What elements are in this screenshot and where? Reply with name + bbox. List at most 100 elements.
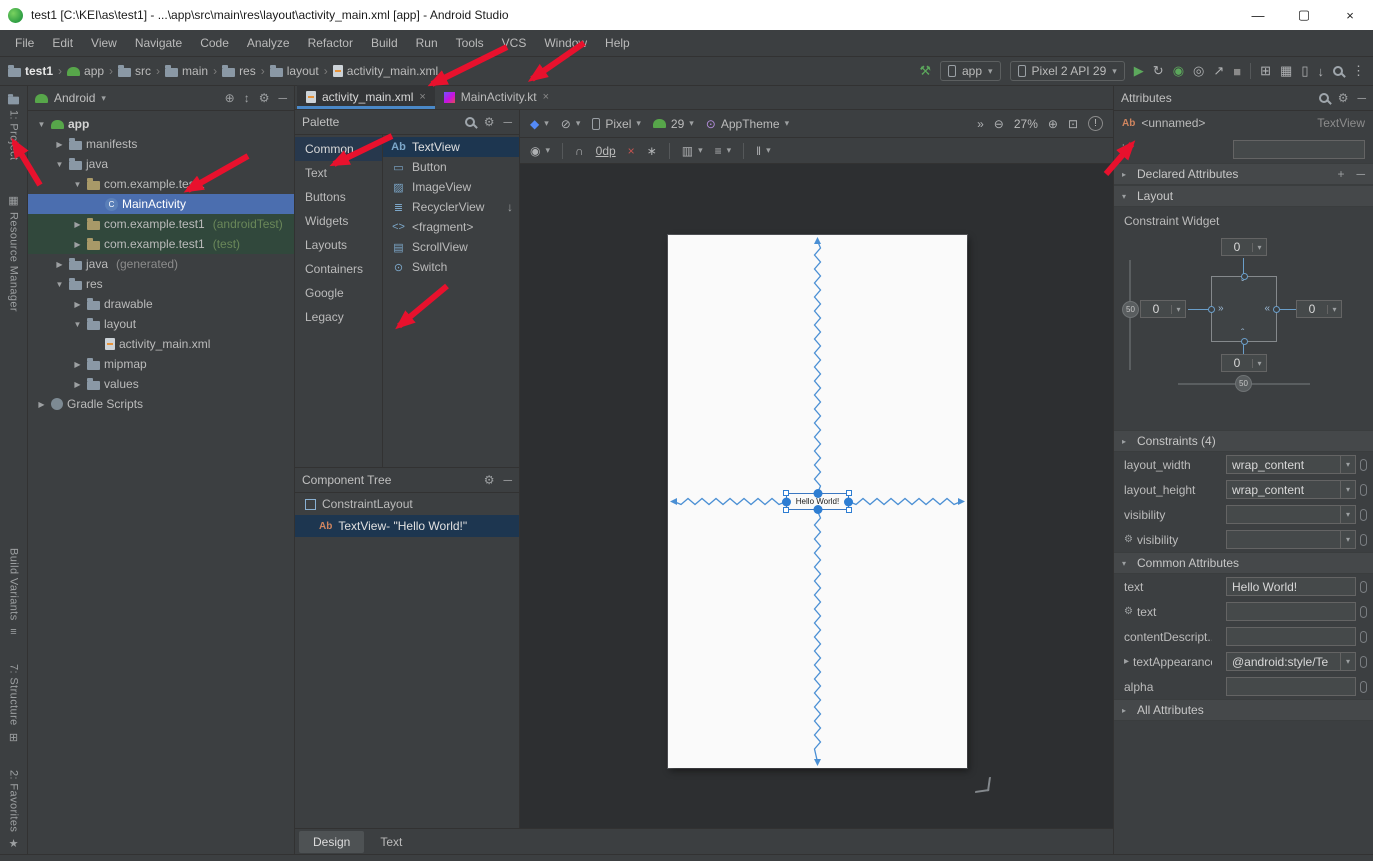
- margin-right-select[interactable]: 0▾: [1296, 300, 1342, 318]
- expander-icon[interactable]: ▶: [72, 380, 83, 389]
- resize-handle[interactable]: [783, 490, 789, 496]
- expander-icon[interactable]: ▶: [54, 140, 65, 149]
- section-all-attributes[interactable]: ▸ All Attributes: [1114, 699, 1373, 721]
- resource-ring-icon[interactable]: [1360, 534, 1367, 546]
- tree-item-activity-main-xml[interactable]: activity_main.xml: [28, 334, 294, 354]
- default-margin-select[interactable]: 0dp: [596, 144, 616, 158]
- tree-item-mainactivity[interactable]: C MainActivity: [28, 194, 294, 214]
- zoom-fit-icon[interactable]: ⊡: [1068, 117, 1078, 131]
- constraint-anchor-left[interactable]: [782, 497, 791, 506]
- tool-window-project[interactable]: 1: Project: [7, 94, 20, 160]
- vertical-bias-handle[interactable]: 50: [1122, 301, 1139, 318]
- expander-icon[interactable]: ▼: [54, 280, 65, 289]
- tree-item-package-androidtest[interactable]: ▶ com.example.test1 (androidTest): [28, 214, 294, 234]
- anchor-bottom[interactable]: [1241, 338, 1248, 345]
- pack-select[interactable]: ▥▾: [682, 144, 703, 158]
- tree-item-java[interactable]: ▼ java: [28, 154, 294, 174]
- design-canvas[interactable]: Hello World!: [520, 164, 1113, 828]
- expander-icon[interactable]: ▶: [72, 240, 83, 249]
- close-tab-icon[interactable]: ×: [419, 91, 425, 103]
- section-layout[interactable]: ▾ Layout: [1114, 185, 1373, 207]
- hide-panel-icon[interactable]: ─: [503, 473, 512, 487]
- resize-handle[interactable]: [783, 507, 789, 513]
- apply-changes-icon[interactable]: ↻: [1153, 63, 1164, 79]
- search-everywhere-icon[interactable]: [1333, 66, 1343, 76]
- tree-item-mipmap[interactable]: ▶ mipmap: [28, 354, 294, 374]
- debug-icon[interactable]: ◉: [1173, 63, 1184, 79]
- margin-top-select[interactable]: 0▾: [1221, 238, 1267, 256]
- palette-category-containers[interactable]: Containers: [295, 257, 382, 281]
- palette-item-textview[interactable]: Ab TextView: [383, 137, 519, 157]
- gear-icon[interactable]: ⚙: [484, 473, 495, 487]
- layout-inspector-icon[interactable]: ▦: [1280, 63, 1292, 79]
- palette-category-legacy[interactable]: Legacy: [295, 305, 382, 329]
- tool-window-structure[interactable]: 7: Structure ⊞: [8, 664, 20, 744]
- tools-text-input[interactable]: [1226, 602, 1356, 621]
- breadcrumb-layout[interactable]: layout: [270, 64, 319, 78]
- palette-item-fragment[interactable]: <> <fragment>: [383, 217, 519, 237]
- tree-item-app[interactable]: ▼ app: [28, 114, 294, 134]
- tree-item-values[interactable]: ▶ values: [28, 374, 294, 394]
- palette-category-layouts[interactable]: Layouts: [295, 233, 382, 257]
- gear-icon[interactable]: ⚙: [484, 115, 495, 129]
- palette-category-widgets[interactable]: Widgets: [295, 209, 382, 233]
- constraint-anchor-right[interactable]: [844, 497, 853, 506]
- minimize-button[interactable]: —: [1235, 0, 1281, 30]
- section-constraints[interactable]: ▸ Constraints (4): [1114, 430, 1373, 452]
- breadcrumb-app[interactable]: app: [67, 64, 104, 78]
- hide-panel-icon[interactable]: ─: [1357, 91, 1366, 105]
- section-declared-attributes[interactable]: ▸ Declared Attributes + ─: [1114, 163, 1373, 185]
- view-options-select[interactable]: ◉▾: [530, 144, 550, 158]
- palette-item-recyclerview[interactable]: ≣ RecyclerView ↓: [383, 197, 519, 217]
- build-hammer-icon[interactable]: ⚒: [919, 63, 931, 79]
- resource-ring-icon[interactable]: [1360, 581, 1367, 593]
- canvas-resize-handle[interactable]: [975, 777, 991, 793]
- more-icon[interactable]: ⋮: [1352, 63, 1365, 79]
- palette-category-buttons[interactable]: Buttons: [295, 185, 382, 209]
- search-icon[interactable]: [465, 117, 475, 127]
- zoom-in-icon[interactable]: ⊕: [1048, 117, 1058, 131]
- expander-icon[interactable]: ▶: [54, 260, 65, 269]
- component-constraintlayout[interactable]: ConstraintLayout: [295, 493, 519, 515]
- alpha-input[interactable]: [1226, 677, 1356, 696]
- menu-navigate[interactable]: Navigate: [126, 32, 191, 54]
- resource-ring-icon[interactable]: [1360, 509, 1367, 521]
- menu-analyze[interactable]: Analyze: [238, 32, 299, 54]
- constraint-widget-box[interactable]: » « ˇ ˆ: [1211, 276, 1277, 342]
- add-attribute-button[interactable]: +: [1337, 167, 1344, 181]
- profiler-icon[interactable]: ↗: [1213, 63, 1224, 79]
- text-appearance-select[interactable]: @android:style/Te▾: [1226, 652, 1356, 671]
- expander-icon[interactable]: ▼: [72, 320, 83, 329]
- margin-left-select[interactable]: 0▾: [1140, 300, 1186, 318]
- api-picker[interactable]: 29▾: [653, 117, 694, 131]
- resource-ring-icon[interactable]: [1360, 656, 1367, 668]
- palette-item-imageview[interactable]: ▨ ImageView: [383, 177, 519, 197]
- expander-icon[interactable]: ▼: [54, 160, 65, 169]
- close-tab-icon[interactable]: ×: [543, 91, 549, 103]
- guidelines-select[interactable]: ‖▾: [756, 144, 771, 158]
- align-select[interactable]: ≡▾: [715, 144, 732, 158]
- resource-ring-icon[interactable]: [1360, 606, 1367, 618]
- palette-category-text[interactable]: Text: [295, 161, 382, 185]
- run-configuration-select[interactable]: app▾: [940, 61, 1001, 81]
- remove-attribute-button[interactable]: ─: [1356, 167, 1365, 181]
- expander-icon[interactable]: ▼: [36, 120, 47, 129]
- theme-picker[interactable]: ⊙AppTheme▾: [706, 117, 789, 131]
- visibility-select[interactable]: ▾: [1226, 505, 1356, 524]
- tree-item-manifests[interactable]: ▶ manifests: [28, 134, 294, 154]
- resource-ring-icon[interactable]: [1360, 631, 1367, 643]
- constraint-anchor-top[interactable]: [813, 489, 822, 498]
- expander-icon[interactable]: ▶: [72, 220, 83, 229]
- run-button[interactable]: ▶: [1134, 63, 1144, 79]
- anchor-top[interactable]: [1241, 273, 1248, 280]
- selected-textview-widget[interactable]: Hello World!: [786, 493, 849, 510]
- tab-activity-main-xml[interactable]: activity_main.xml ×: [297, 85, 435, 109]
- gear-icon[interactable]: ⚙: [259, 91, 270, 105]
- tree-item-gradle-scripts[interactable]: ▶ Gradle Scripts: [28, 394, 294, 414]
- menu-build[interactable]: Build: [362, 32, 407, 54]
- tree-item-layout[interactable]: ▼ layout: [28, 314, 294, 334]
- menu-run[interactable]: Run: [407, 32, 447, 54]
- menu-code[interactable]: Code: [191, 32, 238, 54]
- resource-ring-icon[interactable]: [1360, 484, 1367, 496]
- resize-handle[interactable]: [846, 490, 852, 496]
